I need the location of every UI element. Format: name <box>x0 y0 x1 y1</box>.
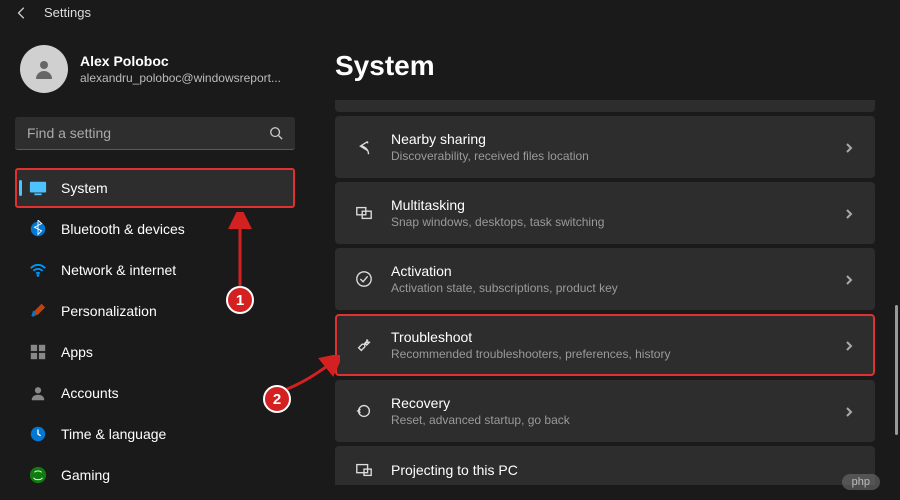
recovery-icon <box>355 402 373 420</box>
sidebar-item-gaming[interactable]: Gaming <box>15 455 295 495</box>
nav-label: Gaming <box>61 467 110 483</box>
nav-label: Bluetooth & devices <box>61 221 185 237</box>
check-circle-icon <box>355 270 373 288</box>
item-title: Projecting to this PC <box>391 462 855 478</box>
item-title: Troubleshoot <box>391 329 825 345</box>
item-desc: Reset, advanced startup, go back <box>391 413 825 427</box>
share-icon <box>355 138 373 156</box>
page-title: System <box>335 50 875 82</box>
title-bar: Settings <box>0 0 900 25</box>
nav-label: Time & language <box>61 426 166 442</box>
clock-icon <box>29 425 47 443</box>
brush-icon <box>29 302 47 320</box>
settings-item-troubleshoot[interactable]: Troubleshoot Recommended troubleshooters… <box>335 314 875 376</box>
sidebar-item-time[interactable]: Time & language <box>15 414 295 454</box>
content-area: System Nearby sharing Discoverability, r… <box>310 25 900 500</box>
search-icon <box>269 126 283 140</box>
sidebar: Alex Poloboc alexandru_poloboc@windowsre… <box>0 25 310 500</box>
apps-icon <box>29 343 47 361</box>
nav-list: System Bluetooth & devices Network & int… <box>15 168 295 495</box>
settings-item-activation[interactable]: Activation Activation state, subscriptio… <box>335 248 875 310</box>
nav-label: Accounts <box>61 385 119 401</box>
multitask-icon <box>355 204 373 222</box>
search-input[interactable] <box>27 125 269 141</box>
sidebar-item-network[interactable]: Network & internet <box>15 250 295 290</box>
gaming-icon <box>29 466 47 484</box>
nav-label: Network & internet <box>61 262 176 278</box>
settings-list: Nearby sharing Discoverability, received… <box>335 100 875 485</box>
user-email: alexandru_poloboc@windowsreport... <box>80 71 281 85</box>
item-desc: Discoverability, received files location <box>391 149 825 163</box>
settings-item-multitasking[interactable]: Multitasking Snap windows, desktops, tas… <box>335 182 875 244</box>
settings-item-projecting[interactable]: Projecting to this PC <box>335 446 875 485</box>
user-card[interactable]: Alex Poloboc alexandru_poloboc@windowsre… <box>15 35 295 103</box>
settings-item-recovery[interactable]: Recovery Reset, advanced startup, go bac… <box>335 380 875 442</box>
sidebar-item-system[interactable]: System <box>15 168 295 208</box>
item-title: Nearby sharing <box>391 131 825 147</box>
wifi-icon <box>29 261 47 279</box>
bluetooth-icon <box>29 220 47 238</box>
watermark: php <box>842 474 880 490</box>
sidebar-item-accounts[interactable]: Accounts <box>15 373 295 413</box>
wrench-icon <box>355 336 373 354</box>
settings-item-nearby-sharing[interactable]: Nearby sharing Discoverability, received… <box>335 116 875 178</box>
scrollbar[interactable] <box>895 305 898 435</box>
chevron-right-icon <box>843 339 855 351</box>
sidebar-item-personalization[interactable]: Personalization <box>15 291 295 331</box>
chevron-right-icon <box>843 405 855 417</box>
back-button[interactable] <box>15 6 29 20</box>
accounts-icon <box>29 384 47 402</box>
item-title: Multitasking <box>391 197 825 213</box>
nav-label: System <box>61 180 108 196</box>
sidebar-item-bluetooth[interactable]: Bluetooth & devices <box>15 209 295 249</box>
avatar <box>20 45 68 93</box>
item-title: Activation <box>391 263 825 279</box>
nav-label: Personalization <box>61 303 157 319</box>
project-icon <box>355 461 373 479</box>
item-desc: Activation state, subscriptions, product… <box>391 281 825 295</box>
item-desc: Recommended troubleshooters, preferences… <box>391 347 825 361</box>
item-title: Recovery <box>391 395 825 411</box>
app-title: Settings <box>44 5 91 20</box>
chevron-right-icon <box>843 273 855 285</box>
chevron-right-icon <box>843 141 855 153</box>
item-desc: Snap windows, desktops, task switching <box>391 215 825 229</box>
sidebar-item-apps[interactable]: Apps <box>15 332 295 372</box>
chevron-right-icon <box>843 207 855 219</box>
settings-item-partial[interactable] <box>335 100 875 112</box>
user-name: Alex Poloboc <box>80 53 281 69</box>
system-icon <box>29 179 47 197</box>
search-box[interactable] <box>15 117 295 150</box>
nav-label: Apps <box>61 344 93 360</box>
